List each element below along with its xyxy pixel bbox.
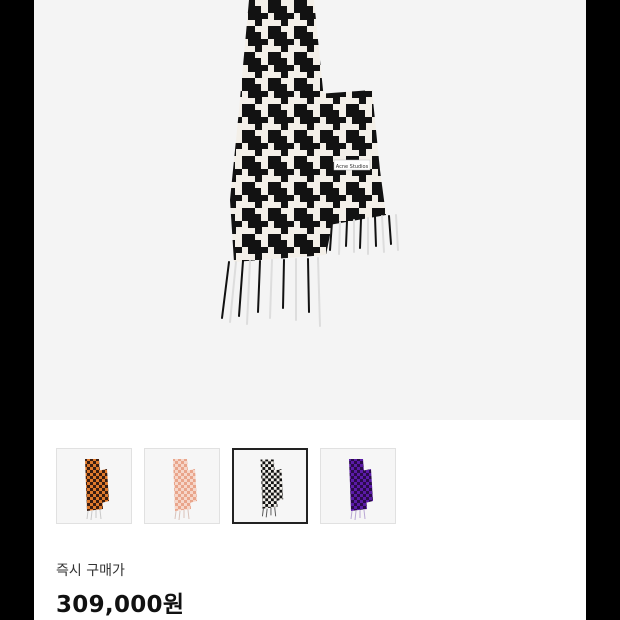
scarf-tag: Acne Studios	[336, 164, 369, 170]
thumbnail-scarf-icon	[349, 459, 373, 521]
instant-buy-label: 즉시 구매가	[56, 563, 125, 579]
thumbnail-0[interactable]	[56, 448, 132, 524]
product-main-image[interactable]: Acne Studios	[34, 0, 586, 420]
scarf-illustration: Acne Studios	[221, 0, 399, 327]
thumbnail-scarf-icon	[85, 459, 109, 521]
thumbnail-1[interactable]	[144, 448, 220, 524]
product-page: Acne Studios 즉시 구매가 309,000원	[34, 0, 586, 620]
thumbnail-scarf-icon	[173, 459, 197, 521]
thumbnail-2-selected[interactable]	[232, 448, 308, 524]
thumbnail-3[interactable]	[320, 448, 396, 524]
instant-buy-price: 309,000원	[56, 592, 185, 618]
thumbnail-scarf-icon	[260, 459, 284, 518]
color-thumbnails	[56, 448, 396, 524]
